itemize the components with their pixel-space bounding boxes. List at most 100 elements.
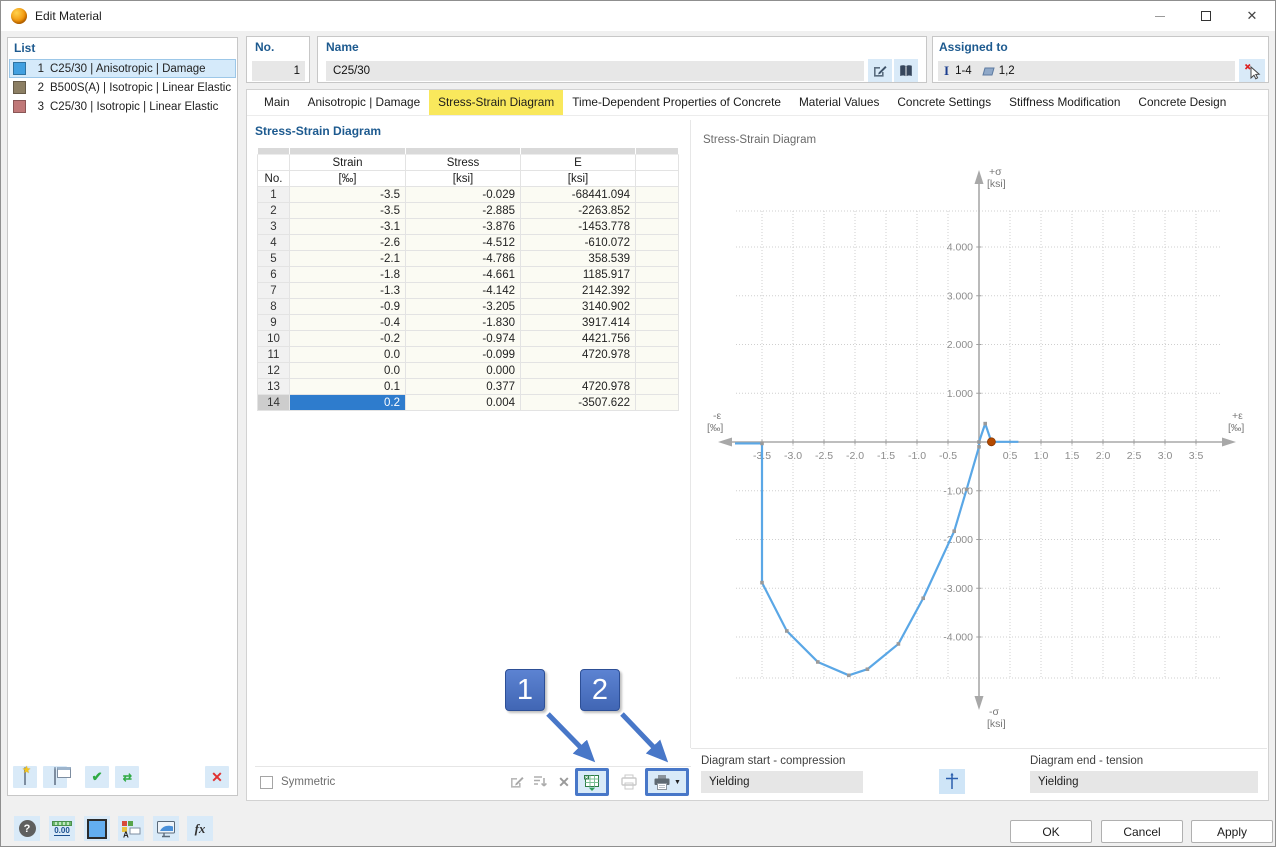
assigned-to-field[interactable]: I 1-4 1,2	[938, 61, 1235, 81]
select-assignment-button[interactable]	[1239, 59, 1265, 82]
strain-cell[interactable]: -3.5	[290, 203, 406, 219]
tab-stress-strain-diagram[interactable]: Stress-Strain Diagram	[429, 90, 563, 115]
row-number-cell[interactable]: 11	[258, 347, 290, 363]
strain-cell[interactable]: -3.1	[290, 219, 406, 235]
e-modulus-cell[interactable]: 2142.392	[521, 283, 636, 299]
strain-cell[interactable]: -2.1	[290, 251, 406, 267]
row-number-cell[interactable]: 13	[258, 379, 290, 395]
tab-concrete-design[interactable]: Concrete Design	[1129, 90, 1235, 115]
e-modulus-cell[interactable]: -610.072	[521, 235, 636, 251]
row-number-cell[interactable]: 9	[258, 315, 290, 331]
extra-cell[interactable]	[636, 251, 679, 267]
column-header[interactable]: Strain	[290, 155, 406, 171]
strain-cell[interactable]: -0.4	[290, 315, 406, 331]
tab-time-dependent-properties-of-concrete[interactable]: Time-Dependent Properties of Concrete	[563, 90, 790, 115]
extra-cell[interactable]	[636, 395, 679, 411]
extra-cell[interactable]	[636, 267, 679, 283]
e-modulus-cell[interactable]: 4421.756	[521, 331, 636, 347]
e-modulus-cell[interactable]: -1453.778	[521, 219, 636, 235]
extra-cell[interactable]	[636, 203, 679, 219]
stress-cell[interactable]: -4.661	[406, 267, 521, 283]
list-item[interactable]: 1C25/30 | Anisotropic | Damage	[9, 59, 236, 78]
print-preview-button[interactable]	[619, 772, 639, 792]
symmetric-checkbox[interactable]	[260, 776, 273, 789]
diagram-end-select[interactable]: Yielding	[1030, 771, 1258, 793]
stress-cell[interactable]: -3.205	[406, 299, 521, 315]
tab-material-values[interactable]: Material Values	[790, 90, 888, 115]
column-header[interactable]	[258, 155, 290, 171]
tab-stiffness-modification[interactable]: Stiffness Modification	[1000, 90, 1129, 115]
strain-cell[interactable]: -3.5	[290, 187, 406, 203]
minimize-button[interactable]	[1137, 1, 1183, 31]
extra-cell[interactable]	[636, 331, 679, 347]
stress-cell[interactable]: -4.142	[406, 283, 521, 299]
strain-cell[interactable]: -0.2	[290, 331, 406, 347]
row-number-cell[interactable]: 2	[258, 203, 290, 219]
row-number-cell[interactable]: 3	[258, 219, 290, 235]
color-button[interactable]	[84, 816, 110, 841]
new-material-button[interactable]: ★	[13, 766, 37, 788]
extra-cell[interactable]	[636, 283, 679, 299]
row-number-cell[interactable]: 5	[258, 251, 290, 267]
stress-strain-chart[interactable]: -3.5-3.0-2.5-2.0-1.5-1.0-0.50.51.01.52.0…	[691, 127, 1266, 747]
extra-cell[interactable]	[636, 347, 679, 363]
e-modulus-cell[interactable]: 3917.414	[521, 315, 636, 331]
delete-material-button[interactable]: ✕	[205, 766, 229, 788]
strain-cell[interactable]: 0.1	[290, 379, 406, 395]
stress-cell[interactable]: -4.786	[406, 251, 521, 267]
e-modulus-cell[interactable]: -3507.622	[521, 395, 636, 411]
extra-cell[interactable]	[636, 363, 679, 379]
print-dropdown-arrow[interactable]: ▼	[674, 779, 681, 786]
column-header[interactable]	[636, 155, 679, 171]
strain-cell[interactable]: -1.3	[290, 283, 406, 299]
stress-cell[interactable]: -4.512	[406, 235, 521, 251]
material-name-field[interactable]: C25/30	[326, 61, 864, 81]
row-number-cell[interactable]: 10	[258, 331, 290, 347]
stress-cell[interactable]: -0.974	[406, 331, 521, 347]
e-modulus-cell[interactable]: -68441.094	[521, 187, 636, 203]
diagram-start-select[interactable]: Yielding	[701, 771, 863, 793]
extra-cell[interactable]	[636, 187, 679, 203]
row-number-cell[interactable]: 12	[258, 363, 290, 379]
stress-cell[interactable]: 0.377	[406, 379, 521, 395]
display-properties-button[interactable]: A	[118, 816, 144, 841]
edit-name-button[interactable]	[868, 59, 892, 82]
extra-cell[interactable]	[636, 219, 679, 235]
e-modulus-cell[interactable]	[521, 363, 636, 379]
copy-material-button[interactable]	[43, 766, 67, 788]
select-all-button[interactable]: ✔	[85, 766, 109, 788]
e-modulus-cell[interactable]: 358.539	[521, 251, 636, 267]
row-number-cell[interactable]: 7	[258, 283, 290, 299]
column-header[interactable]: E	[521, 155, 636, 171]
stress-cell[interactable]: 0.004	[406, 395, 521, 411]
apply-button[interactable]: Apply	[1191, 820, 1273, 843]
strain-cell[interactable]: 0.0	[290, 363, 406, 379]
extra-cell[interactable]	[636, 379, 679, 395]
stress-cell[interactable]: -0.029	[406, 187, 521, 203]
row-number-cell[interactable]: 8	[258, 299, 290, 315]
row-number-cell[interactable]: 1	[258, 187, 290, 203]
strain-cell[interactable]: -0.9	[290, 299, 406, 315]
list-item[interactable]: 2B500S(A) | Isotropic | Linear Elastic	[9, 78, 236, 97]
stress-cell[interactable]: -3.876	[406, 219, 521, 235]
strain-cell[interactable]: 0.0	[290, 347, 406, 363]
extra-cell[interactable]	[636, 315, 679, 331]
list-item[interactable]: 3C25/30 | Isotropic | Linear Elastic	[9, 97, 236, 116]
tab-anisotropic-damage[interactable]: Anisotropic | Damage	[299, 90, 430, 115]
delete-rows-button[interactable]: ✕	[554, 772, 574, 792]
maximize-button[interactable]	[1183, 1, 1229, 31]
rendering-button[interactable]	[153, 816, 179, 841]
cancel-button[interactable]: Cancel	[1101, 820, 1183, 843]
stress-cell[interactable]: -0.099	[406, 347, 521, 363]
material-library-button[interactable]	[894, 59, 918, 82]
excel-import-button[interactable]	[583, 774, 601, 791]
extra-cell[interactable]	[636, 299, 679, 315]
stress-cell[interactable]: -2.885	[406, 203, 521, 219]
material-number-field[interactable]: 1	[252, 61, 305, 81]
ok-button[interactable]: OK	[1010, 820, 1092, 843]
row-number-cell[interactable]: 4	[258, 235, 290, 251]
strain-cell[interactable]: 0.2	[290, 395, 406, 411]
edit-point-button[interactable]	[507, 772, 527, 792]
close-button[interactable]: ✕	[1229, 1, 1275, 31]
row-number-cell[interactable]: 6	[258, 267, 290, 283]
